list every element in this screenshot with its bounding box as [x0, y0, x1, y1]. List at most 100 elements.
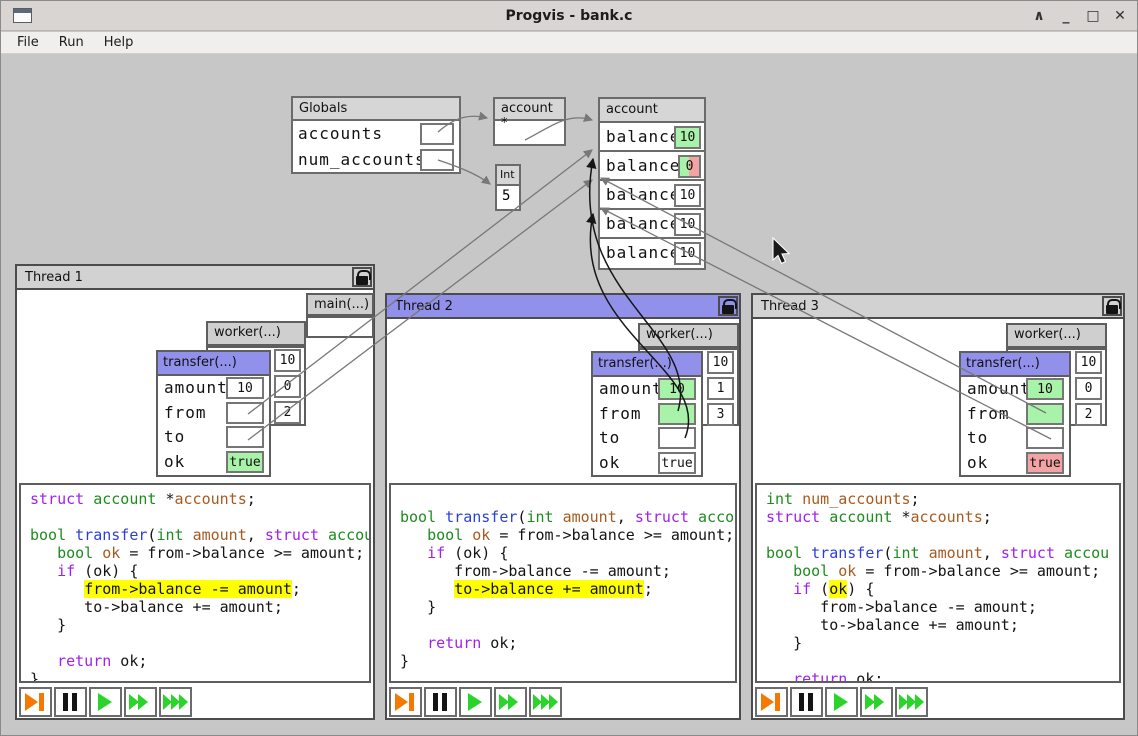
close-button[interactable]: ✕: [1111, 8, 1129, 24]
worker-frame-header[interactable]: worker(...): [206, 321, 306, 346]
code-token: }: [400, 652, 409, 670]
transfer-var-row-to: to: [593, 426, 701, 451]
variable-name: from: [967, 404, 1010, 423]
code-token: to->balance += amount;: [30, 598, 283, 616]
account-row: balance10: [600, 239, 704, 268]
thread-titlebar[interactable]: Thread 2: [387, 295, 739, 319]
transfer-frame-header[interactable]: transfer(...): [961, 353, 1069, 377]
run-to-next-button[interactable]: [389, 687, 422, 717]
code-token: }: [30, 616, 66, 634]
code-token: accou: [698, 508, 737, 526]
code-token: [400, 580, 454, 598]
play-button[interactable]: [825, 687, 858, 717]
playback-controls: [389, 687, 562, 717]
code-token: [30, 562, 57, 580]
thread-titlebar[interactable]: Thread 1: [17, 266, 373, 290]
play-button[interactable]: [459, 687, 492, 717]
transfer-frame-header[interactable]: transfer(...): [158, 352, 269, 376]
fastest-button[interactable]: [529, 687, 562, 717]
worker-param-box: 10: [707, 351, 734, 374]
variable-name: num_accounts: [298, 150, 426, 169]
lock-button[interactable]: [1102, 296, 1122, 316]
code-token: [1055, 544, 1064, 562]
code-token: ;: [247, 490, 256, 508]
transfer-var-row-ok: ok true: [158, 450, 269, 475]
code-token: bool: [793, 562, 829, 580]
lock-button[interactable]: [718, 296, 738, 316]
code-token: [689, 508, 698, 526]
fastest-button[interactable]: [159, 687, 192, 717]
variable-value-box: true: [1026, 452, 1064, 474]
pause-button[interactable]: [54, 687, 87, 717]
code-token: [802, 544, 811, 562]
lock-icon: [722, 305, 734, 314]
balance-value-box: 10: [674, 242, 701, 265]
main-frame-header[interactable]: main(...): [306, 293, 374, 316]
variable-name: ok: [599, 453, 620, 472]
variable-name: ok: [967, 453, 988, 472]
code-token: ok;: [481, 634, 517, 652]
variable-value-box: [658, 427, 696, 449]
progvis-window: Progvis - bank.c ∧ _ □ ✕ File Run Help G…: [0, 0, 1138, 736]
account-row: balance10: [600, 123, 704, 152]
code-line: struct account *accounts;: [766, 508, 1119, 526]
code-token: [554, 508, 563, 526]
app-icon: [13, 8, 32, 23]
variable-name: amount: [599, 379, 663, 398]
transfer-frame: transfer(...)amount10fromtooktrue: [591, 351, 703, 477]
play-button[interactable]: [89, 687, 122, 717]
pause-button[interactable]: [424, 687, 457, 717]
code-line: [400, 616, 735, 634]
transfer-var-row-from: from: [961, 402, 1069, 427]
window-titlebar[interactable]: Progvis - bank.c ∧ _ □ ✕: [1, 1, 1137, 31]
code-token: ok: [102, 544, 120, 562]
code-token: [463, 526, 472, 544]
code-line: if (ok) {: [400, 544, 735, 562]
source-code-panel: struct account *accounts; bool transfer(…: [19, 483, 371, 683]
code-token: struct: [1001, 544, 1055, 562]
maximize-button[interactable]: □: [1084, 8, 1102, 24]
code-token: int: [526, 508, 553, 526]
worker-frame-header[interactable]: worker(...): [638, 323, 739, 348]
minimize-button[interactable]: _: [1057, 8, 1075, 24]
menu-file[interactable]: File: [7, 33, 49, 52]
transfer-frame: transfer(...)amount10fromtooktrue: [959, 351, 1071, 477]
menu-run[interactable]: Run: [49, 33, 94, 52]
shade-button[interactable]: ∧: [1030, 8, 1048, 24]
field-name: balance: [606, 185, 680, 204]
code-token: if: [57, 562, 75, 580]
menu-help[interactable]: Help: [94, 33, 144, 52]
code-line: }: [400, 598, 735, 616]
fast-forward-button[interactable]: [124, 687, 157, 717]
variable-name: ok: [164, 452, 185, 471]
code-line: bool ok = from->balance >= amount;: [400, 526, 735, 544]
fast-forward-button[interactable]: [494, 687, 527, 717]
code-line: from->balance -= amount;: [30, 580, 369, 598]
variable-value-box: true: [226, 451, 264, 473]
fastest-button[interactable]: [895, 687, 928, 717]
lock-button[interactable]: [352, 267, 372, 287]
code-token: = from->balance >= amount;: [856, 562, 1100, 580]
transfer-frame-header[interactable]: transfer(...): [593, 353, 701, 377]
code-token: from->balance -= amount: [84, 580, 292, 598]
run-to-next-button[interactable]: [19, 687, 52, 717]
thread-titlebar[interactable]: Thread 3: [753, 295, 1123, 319]
account-row: balance0: [600, 152, 704, 181]
code-token: *: [156, 490, 174, 508]
code-line: if (ok) {: [30, 562, 369, 580]
worker-frame-header[interactable]: worker(...): [1006, 323, 1107, 348]
fast-forward-button[interactable]: [860, 687, 893, 717]
pause-button[interactable]: [790, 687, 823, 717]
account-array-header[interactable]: account: [600, 99, 704, 123]
code-token: transfer: [445, 508, 517, 526]
globals-box-header[interactable]: Globals: [293, 98, 459, 121]
run-to-next-button[interactable]: [755, 687, 788, 717]
transfer-var-row-from: from: [593, 402, 701, 427]
code-token: ok;: [847, 670, 883, 683]
global-row-num-accounts: num_accounts: [293, 147, 459, 173]
int-box-header[interactable]: Int: [497, 166, 519, 186]
code-line: if (ok) {: [766, 580, 1119, 598]
balance-value-box: 0: [678, 155, 701, 178]
account-pointer-header[interactable]: account *: [495, 99, 564, 121]
code-line: to->balance += amount;: [400, 580, 735, 598]
